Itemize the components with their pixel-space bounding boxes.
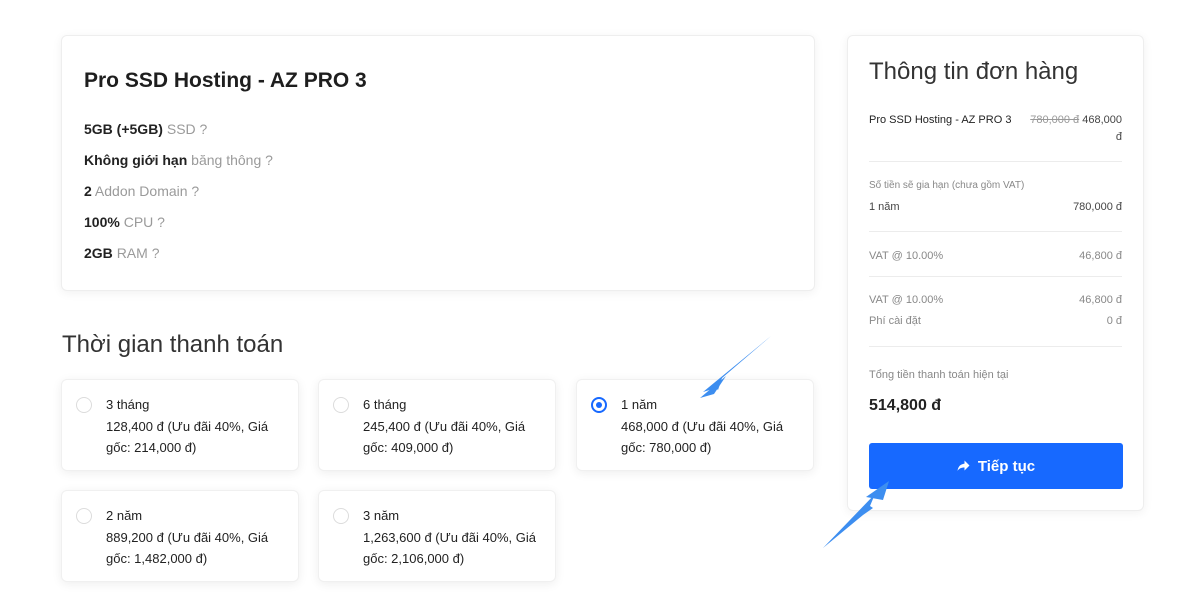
renew-row: 1 năm 780,000 đ [869, 201, 1122, 213]
feature-label[interactable]: băng thông ? [191, 152, 273, 168]
feature-value: Không giới hạn [84, 152, 188, 168]
feature-addon-domain: 2 Addon Domain ? [84, 183, 199, 199]
option-price: 128,400 đ (Ưu đãi 40%, Giá gốc: 214,000 … [106, 419, 269, 455]
feature-ram: 2GB RAM ? [84, 245, 159, 261]
product-card: Pro SSD Hosting - AZ PRO 3 5GB (+5GB) SS… [61, 35, 815, 291]
summary-product-row: Pro SSD Hosting - AZ PRO 3 780,000 đ 468… [869, 112, 1122, 146]
setup-fee-row: Phí cài đặt 0 đ [869, 315, 1122, 327]
billing-option-3-years[interactable]: 3 năm 1,263,600 đ (Ưu đãi 40%, Giá gốc: … [318, 490, 556, 582]
billing-period-heading: Thời gian thanh toán [62, 331, 284, 358]
billing-option-1-year[interactable]: 1 năm 468,000 đ (Ưu đãi 40%, Giá gốc: 78… [576, 379, 814, 471]
option-period: 6 tháng [363, 397, 407, 412]
vat-amount: 46,800 đ [1079, 294, 1122, 306]
feature-value: 100% [84, 214, 120, 230]
summary-title: Thông tin đơn hàng [869, 58, 1079, 85]
radio-button[interactable] [333, 508, 349, 524]
radio-button[interactable] [76, 508, 92, 524]
vat-row-2: VAT @ 10.00% 46,800 đ [869, 294, 1122, 306]
divider [869, 161, 1122, 162]
feature-label[interactable]: SSD ? [167, 121, 207, 137]
old-price: 780,000 đ [1030, 114, 1080, 126]
vat-amount: 46,800 đ [1079, 250, 1122, 262]
product-title: Pro SSD Hosting - AZ PRO 3 [84, 69, 367, 92]
summary-product-price: 780,000 đ 468,000 đ [1022, 112, 1122, 146]
feature-value: 2 [84, 183, 92, 199]
total-value: 514,800 đ [869, 397, 942, 414]
option-price: 889,200 đ (Ưu đãi 40%, Giá gốc: 1,482,00… [106, 530, 269, 566]
summary-product-name: Pro SSD Hosting - AZ PRO 3 [869, 114, 1012, 126]
billing-option-3-months[interactable]: 3 tháng 128,400 đ (Ưu đãi 40%, Giá gốc: … [61, 379, 299, 471]
divider [869, 346, 1122, 347]
vat-label: VAT @ 10.00% [869, 294, 944, 306]
feature-value: 2GB [84, 245, 113, 261]
vat-label: VAT @ 10.00% [869, 250, 944, 262]
option-price: 245,400 đ (Ưu đãi 40%, Giá gốc: 409,000 … [363, 419, 526, 455]
renew-period: 1 năm [869, 201, 900, 213]
feature-value: 5GB (+5GB) [84, 121, 163, 137]
billing-option-6-months[interactable]: 6 tháng 245,400 đ (Ưu đãi 40%, Giá gốc: … [318, 379, 556, 471]
radio-button[interactable] [76, 397, 92, 413]
option-price: 468,000 đ (Ưu đãi 40%, Giá gốc: 780,000 … [621, 419, 784, 455]
option-price: 1,263,600 đ (Ưu đãi 40%, Giá gốc: 2,106,… [363, 530, 536, 566]
option-period: 2 năm [106, 508, 143, 523]
feature-label[interactable]: Addon Domain ? [95, 183, 199, 199]
option-period: 1 năm [621, 397, 658, 412]
divider [869, 231, 1122, 232]
feature-label[interactable]: CPU ? [124, 214, 165, 230]
option-period: 3 năm [363, 508, 400, 523]
renew-amount: 780,000 đ [1073, 201, 1122, 213]
feature-bandwidth: Không giới hạn băng thông ? [84, 152, 273, 168]
option-period: 3 tháng [106, 397, 150, 412]
divider [869, 276, 1122, 277]
continue-label: Tiếp tục [977, 457, 1036, 475]
order-summary-card: Thông tin đơn hàng Pro SSD Hosting - AZ … [847, 35, 1144, 511]
feature-label[interactable]: RAM ? [117, 245, 160, 261]
feature-ssd: 5GB (+5GB) SSD ? [84, 121, 207, 137]
setup-fee-amount: 0 đ [1106, 315, 1122, 327]
billing-option-2-years[interactable]: 2 năm 889,200 đ (Ưu đãi 40%, Giá gốc: 1,… [61, 490, 299, 582]
feature-cpu: 100% CPU ? [84, 214, 165, 230]
radio-button[interactable] [333, 397, 349, 413]
renew-label: Số tiền sẽ gia hạn (chưa gồm VAT) [869, 180, 1025, 191]
share-arrow-icon [957, 460, 970, 471]
setup-fee-label: Phí cài đặt [869, 315, 921, 327]
continue-button[interactable]: Tiếp tục [869, 443, 1123, 489]
radio-button-selected[interactable] [591, 397, 607, 413]
new-price: 468,000 đ [1082, 114, 1122, 143]
vat-row: VAT @ 10.00% 46,800 đ [869, 250, 1122, 262]
total-label: Tổng tiền thanh toán hiện tại [869, 369, 1009, 381]
